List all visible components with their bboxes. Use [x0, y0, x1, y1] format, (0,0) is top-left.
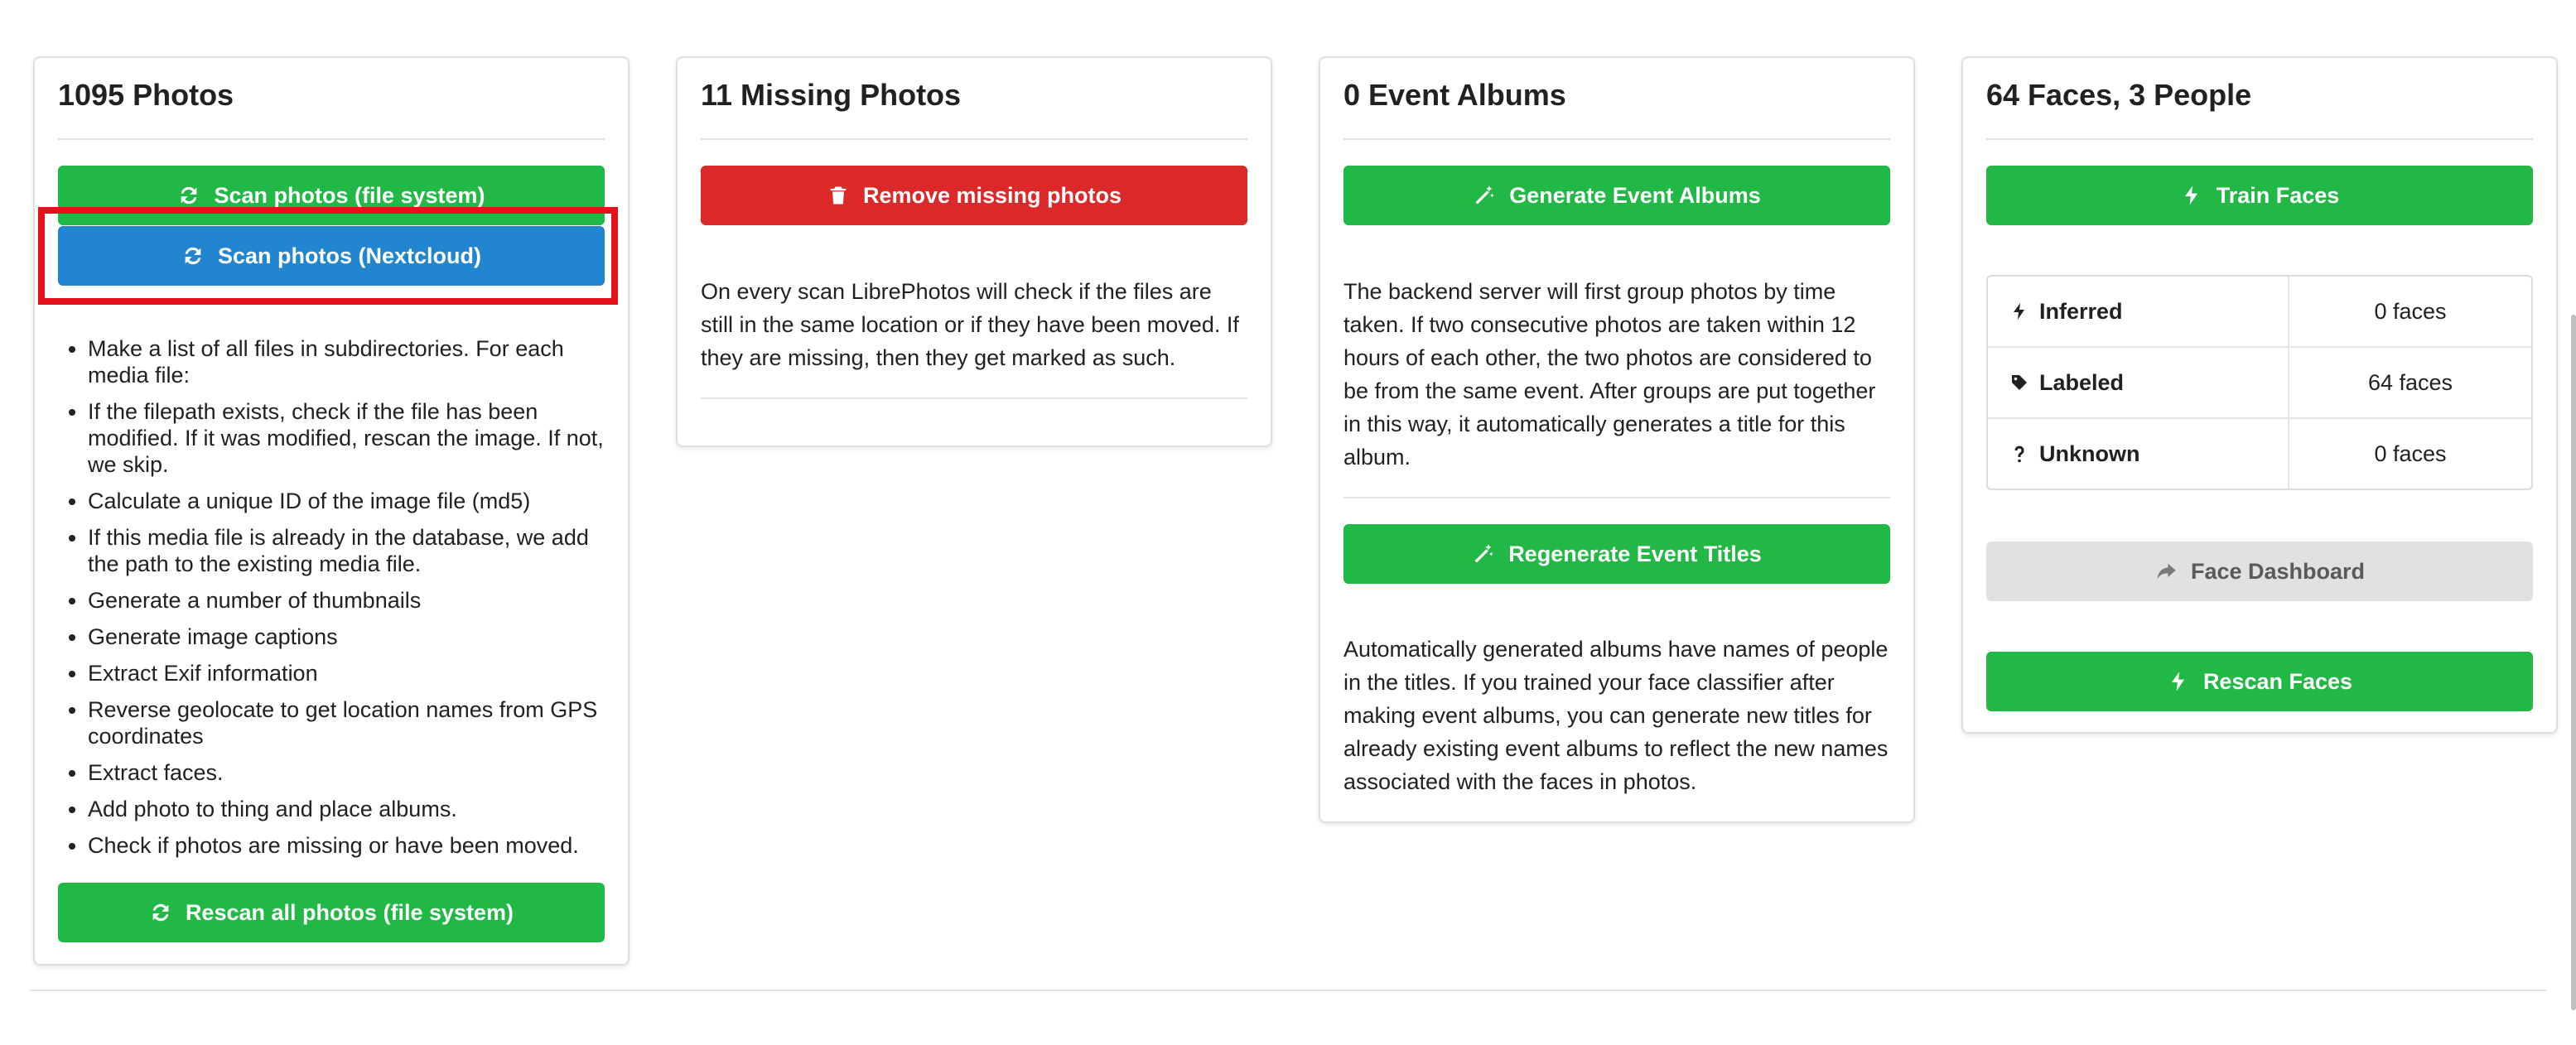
- rescan-all-label: Rescan all photos (file system): [185, 899, 514, 925]
- row-label: Unknown: [2039, 441, 2140, 466]
- photos-card: 1095 Photos Scan photos (file system) Sc…: [33, 56, 630, 966]
- unknown-value-cell: 0 faces: [2374, 441, 2447, 466]
- face-dashboard-button[interactable]: Face Dashboard: [1986, 542, 2533, 601]
- table-row: Unknown 0 faces: [1988, 419, 2531, 489]
- train-faces-label: Train Faces: [2216, 182, 2340, 208]
- faces-card-title: 64 Faces, 3 People: [1986, 78, 2252, 112]
- list-item: If the filepath exists, check if the fil…: [88, 398, 605, 478]
- bolt-icon: [2014, 302, 2024, 320]
- list-item: Extract Exif information: [88, 660, 605, 686]
- list-item: Check if photos are missing or have been…: [88, 832, 605, 859]
- photos-card-title: 1095 Photos: [58, 78, 234, 112]
- list-item: Reverse geolocate to get location names …: [88, 696, 605, 749]
- divider: [1986, 138, 2533, 140]
- sync-icon: [185, 247, 201, 265]
- divider: [1343, 138, 1890, 140]
- scan-steps-list: Make a list of all files in subdirectori…: [58, 335, 605, 869]
- divider: [701, 138, 1247, 140]
- remove-missing-label: Remove missing photos: [862, 182, 1122, 208]
- magic-wand-icon: [1475, 185, 1494, 205]
- page-scrollbar[interactable]: [2571, 315, 2576, 1010]
- inferred-label-cell: Inferred: [1988, 277, 2289, 348]
- list-item: Add photo to thing and place albums.: [88, 796, 605, 822]
- unknown-label-cell: Unknown: [1988, 419, 2289, 489]
- divider: [1343, 497, 1890, 498]
- scan-file-system-label: Scan photos (file system): [214, 182, 485, 208]
- missing-card-title: 11 Missing Photos: [701, 78, 962, 112]
- question-icon: [2014, 445, 2024, 462]
- scan-nextcloud-label: Scan photos (Nextcloud): [217, 243, 481, 268]
- missing-description: On every scan LibrePhotos will check if …: [701, 279, 1239, 370]
- tag-icon: [2012, 374, 2027, 390]
- divider: [701, 397, 1247, 399]
- generate-event-albums-button[interactable]: Generate Event Albums: [1343, 166, 1890, 225]
- list-item: Calculate a unique ID of the image file …: [88, 488, 605, 514]
- list-item: If this media file is already in the dat…: [88, 524, 605, 577]
- list-item: Generate a number of thumbnails: [88, 587, 605, 614]
- divider: [58, 138, 605, 140]
- regenerate-event-titles-label: Regenerate Event Titles: [1508, 541, 1762, 566]
- generate-event-albums-label: Generate Event Albums: [1509, 182, 1761, 208]
- events-card-title: 0 Event Albums: [1343, 78, 1566, 112]
- magic-wand-icon: [1474, 544, 1493, 563]
- trash-icon: [830, 186, 847, 205]
- remove-missing-button[interactable]: Remove missing photos: [701, 166, 1247, 225]
- share-arrow-icon: [2157, 563, 2176, 580]
- sync-icon: [152, 903, 169, 922]
- bolt-icon: [2184, 185, 2197, 205]
- row-label: Labeled: [2039, 369, 2125, 395]
- sync-icon: [181, 186, 197, 205]
- row-label: Inferred: [2039, 298, 2123, 324]
- scan-nextcloud-button[interactable]: Scan photos (Nextcloud): [58, 226, 605, 286]
- table-row: Inferred 0 faces: [1988, 277, 2531, 348]
- event-albums-card: 0 Event Albums Generate Event Albums The…: [1319, 56, 1915, 823]
- scan-file-system-button[interactable]: Scan photos (file system): [58, 166, 605, 225]
- labeled-value-cell: 64 faces: [2289, 348, 2531, 419]
- inferred-value-cell: 0 faces: [2289, 277, 2531, 348]
- labeled-label-cell: Labeled: [1988, 348, 2289, 419]
- rescan-faces-button[interactable]: Rescan Faces: [1986, 652, 2533, 711]
- bolt-icon: [2171, 672, 2184, 691]
- regenerate-description: Automatically generated albums have name…: [1343, 637, 1889, 794]
- generate-description: The backend server will first group phot…: [1343, 279, 1876, 470]
- regenerate-event-titles-button[interactable]: Regenerate Event Titles: [1343, 524, 1890, 584]
- face-dashboard-label: Face Dashboard: [2190, 558, 2366, 584]
- rescan-all-button[interactable]: Rescan all photos (file system): [58, 883, 605, 942]
- list-item: Extract faces.: [88, 759, 605, 786]
- rescan-faces-label: Rescan Faces: [2202, 668, 2353, 694]
- list-item: Generate image captions: [88, 624, 605, 650]
- missing-photos-card: 11 Missing Photos Remove missing photos …: [676, 56, 1272, 447]
- faces-card: 64 Faces, 3 People Train Faces Inferred …: [1961, 56, 2558, 734]
- list-item: Make a list of all files in subdirectori…: [88, 335, 605, 388]
- section-divider: [30, 990, 2546, 991]
- table-row: Labeled 64 faces: [1988, 348, 2531, 419]
- train-faces-button[interactable]: Train Faces: [1986, 166, 2533, 225]
- face-stats-table: Inferred 0 faces Labeled 64 faces Unknow…: [1986, 275, 2533, 490]
